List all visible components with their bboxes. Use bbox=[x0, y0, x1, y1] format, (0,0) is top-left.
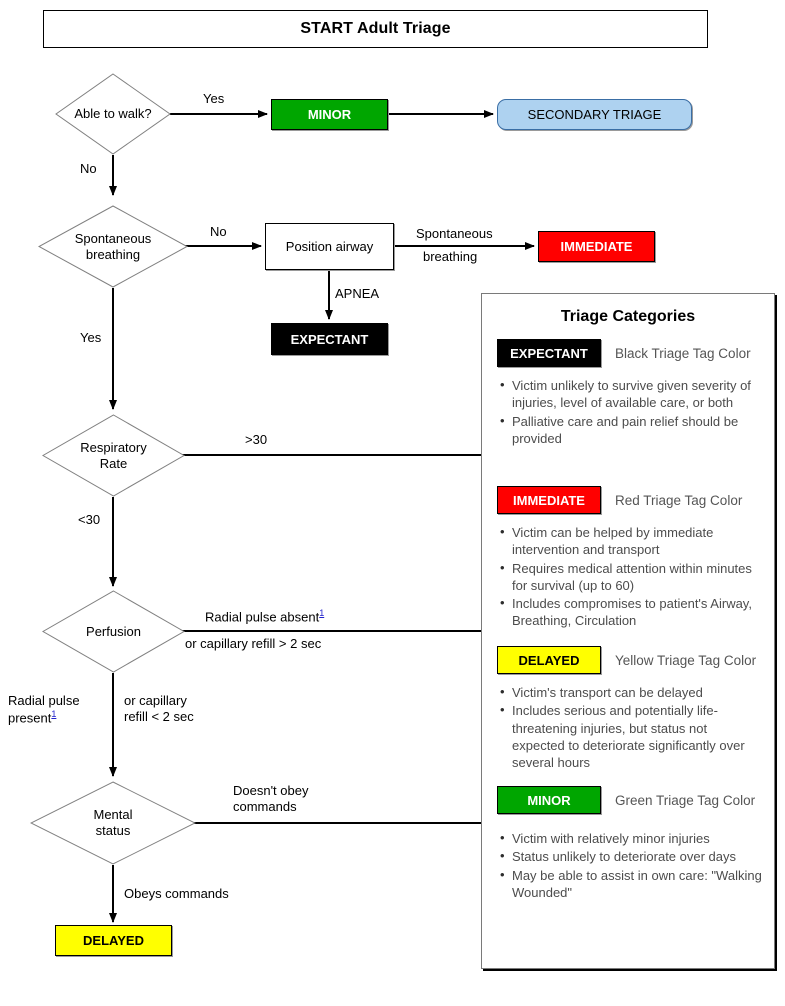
category-delayed: DELAYED Yellow Triage Tag Color Victim's… bbox=[482, 646, 774, 772]
category-immediate-chip[interactable]: IMMEDIATE bbox=[497, 486, 601, 514]
edge-label-rr-over-30: >30 bbox=[245, 432, 268, 447]
category-expectant-chip[interactable]: EXPECTANT bbox=[497, 339, 601, 367]
edge-label-radial-pulse-present-line2: present1 bbox=[8, 709, 57, 726]
edge-label-walk-yes: Yes bbox=[203, 91, 225, 106]
edge-label-breathing-no: No bbox=[210, 224, 227, 239]
edge-label-radial-pulse-present-line1: Radial pulse bbox=[8, 693, 80, 708]
node-immediate-breathing-label: IMMEDIATE bbox=[560, 239, 633, 254]
list-item: Victim unlikely to survive given severit… bbox=[500, 376, 762, 412]
category-expectant-bullets: Victim unlikely to survive given severit… bbox=[482, 376, 774, 448]
node-minor[interactable]: MINOR bbox=[271, 99, 388, 130]
page-title-text: START Adult Triage bbox=[300, 20, 451, 37]
list-item: Includes compromises to patient's Airway… bbox=[500, 594, 762, 630]
edge-label-rr-under-30: <30 bbox=[78, 512, 101, 527]
edge-label-apnea: APNEA bbox=[335, 286, 380, 301]
category-expectant: EXPECTANT Black Triage Tag Color Victim … bbox=[482, 339, 774, 448]
category-delayed-color-name: Yellow Triage Tag Color bbox=[615, 652, 757, 668]
node-secondary-triage-label: SECONDARY TRIAGE bbox=[527, 107, 662, 122]
list-item: Status unlikely to deteriorate over days bbox=[500, 847, 762, 865]
edge-label-breathing-yes: Yes bbox=[80, 330, 102, 345]
triage-categories-panel: Triage Categories EXPECTANT Black Triage… bbox=[481, 293, 775, 969]
category-minor-bullets: Victim with relatively minor injuries St… bbox=[482, 829, 774, 902]
category-expectant-header: EXPECTANT Black Triage Tag Color bbox=[482, 339, 774, 367]
edge-label-mental-doesnt-obey-line1: Doesn't obey bbox=[233, 783, 309, 798]
list-item: May be able to assist in own care: "Walk… bbox=[500, 866, 762, 902]
node-delayed-label: DELAYED bbox=[83, 933, 144, 948]
list-item: Requires medical attention within minute… bbox=[500, 559, 762, 595]
edge-label-mental-doesnt-obey-line2: commands bbox=[233, 799, 297, 815]
list-item: Palliative care and pain relief should b… bbox=[500, 412, 762, 448]
node-expectant-label: EXPECTANT bbox=[290, 331, 369, 347]
edge-label-perfusion-refill-over: or capillary refill > 2 sec bbox=[185, 636, 322, 651]
node-secondary-triage[interactable]: SECONDARY TRIAGE bbox=[497, 99, 692, 130]
category-immediate-header: IMMEDIATE Red Triage Tag Color bbox=[482, 486, 774, 514]
footnote-marker-1b[interactable]: 1 bbox=[51, 709, 56, 719]
edge-label-perfusion-absent: Radial pulse absent1 bbox=[205, 608, 324, 626]
list-item: Victim's transport can be delayed bbox=[500, 683, 762, 701]
edge-label-airway-spontaneous-line2: breathing bbox=[423, 249, 478, 264]
node-immediate-breathing[interactable]: IMMEDIATE bbox=[538, 231, 655, 262]
category-minor-header: MINOR Green Triage Tag Color bbox=[482, 786, 774, 814]
edge-label-capillary-refill-under: or capillary refill < 2 sec bbox=[124, 693, 194, 726]
decision-spontaneous-breathing[interactable]: Spontaneous breathing bbox=[38, 205, 188, 288]
edge-label-capillary-refill-under-line1: or capillary bbox=[124, 693, 187, 708]
decision-respiratory-rate[interactable]: Respiratory Rate bbox=[42, 414, 185, 497]
category-minor-chip[interactable]: MINOR bbox=[497, 786, 601, 814]
edge-label-radial-pulse-present: Radial pulse present1 bbox=[8, 693, 80, 727]
category-immediate-color-name: Red Triage Tag Color bbox=[615, 492, 743, 508]
list-item: Includes serious and potentially life-th… bbox=[500, 701, 762, 771]
category-delayed-bullets: Victim's transport can be delayed Includ… bbox=[482, 683, 774, 771]
edge-label-mental-obeys: Obeys commands bbox=[124, 886, 229, 901]
category-delayed-header: DELAYED Yellow Triage Tag Color bbox=[482, 646, 774, 674]
node-delayed[interactable]: DELAYED bbox=[55, 925, 172, 956]
edge-label-mental-doesnt-obey: Doesn't obey commands bbox=[233, 783, 308, 816]
edge-label-airway-spontaneous-line1: Spontaneous bbox=[416, 226, 493, 241]
triage-categories-heading: Triage Categories bbox=[560, 308, 696, 325]
node-position-airway-label: Position airway bbox=[285, 239, 374, 254]
category-minor-color-name: Green Triage Tag Color bbox=[615, 792, 756, 808]
edge-label-walk-no: No bbox=[80, 161, 97, 176]
edge-label-capillary-refill-under-line2: refill < 2 sec bbox=[124, 709, 194, 725]
flowchart-canvas: START Adult Triage Able to walk? Spontan… bbox=[0, 0, 785, 1006]
category-immediate: IMMEDIATE Red Triage Tag Color Victim ca… bbox=[482, 486, 774, 631]
decision-able-to-walk[interactable]: Able to walk? bbox=[55, 73, 171, 155]
edge-label-perfusion-absent-text: Radial pulse absent bbox=[205, 609, 320, 625]
footnote-marker-1[interactable]: 1 bbox=[319, 608, 324, 618]
category-expectant-color-name: Black Triage Tag Color bbox=[615, 345, 751, 361]
list-item: Victim with relatively minor injuries bbox=[500, 829, 762, 847]
page-title: START Adult Triage bbox=[43, 10, 708, 48]
decision-mental-status[interactable]: Mental status bbox=[30, 781, 196, 865]
category-immediate-bullets: Victim can be helped by immediate interv… bbox=[482, 523, 774, 630]
decision-perfusion[interactable]: Perfusion bbox=[42, 590, 185, 673]
list-item: Victim can be helped by immediate interv… bbox=[500, 523, 762, 559]
node-position-airway[interactable]: Position airway bbox=[265, 223, 394, 270]
category-minor: MINOR Green Triage Tag Color Victim with… bbox=[482, 786, 774, 902]
node-minor-label: MINOR bbox=[307, 107, 352, 122]
category-delayed-chip[interactable]: DELAYED bbox=[497, 646, 601, 674]
node-expectant[interactable]: EXPECTANT bbox=[271, 323, 388, 355]
